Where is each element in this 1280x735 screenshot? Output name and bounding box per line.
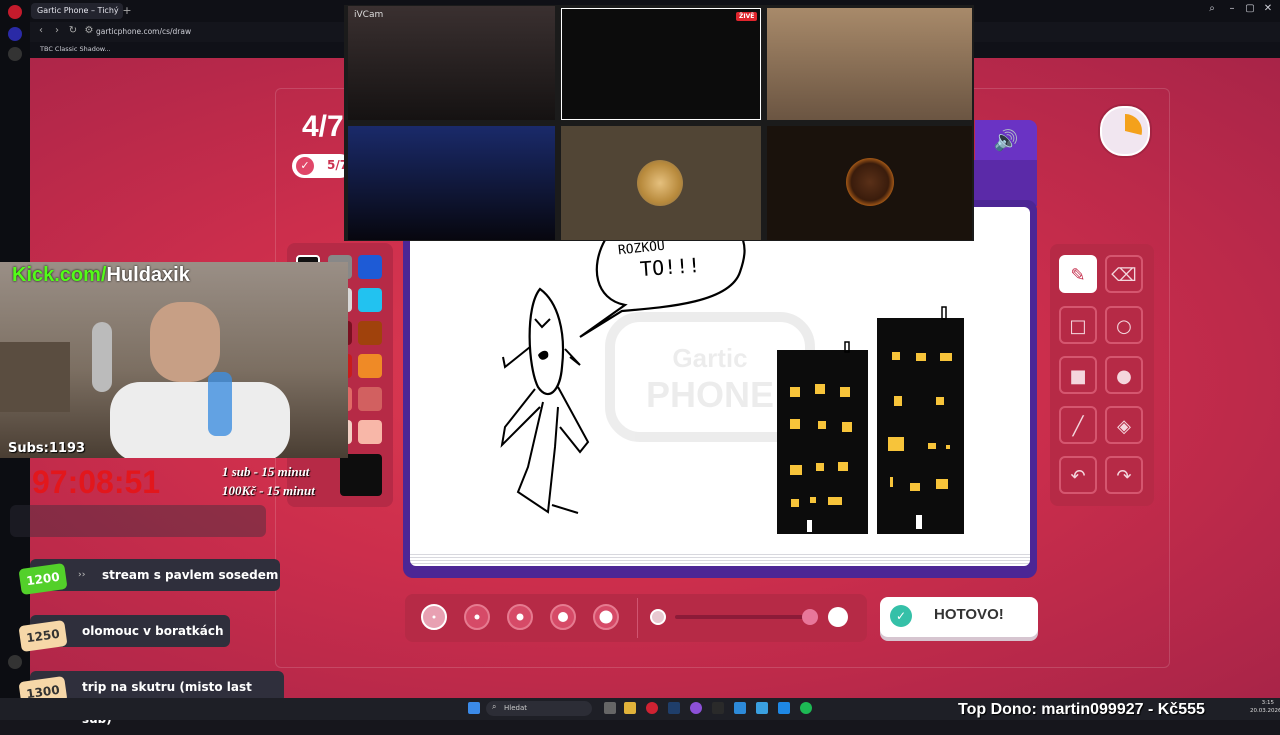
kick-channel-label: Kick.com/Huldaxik — [12, 264, 190, 287]
speech-text-2: TO!!! — [639, 252, 701, 282]
clock-date: 20.03.2026 — [1250, 708, 1280, 714]
color-swatch-rose[interactable] — [358, 387, 382, 411]
sound-toggle-icon[interactable]: 🔊 — [975, 120, 1037, 160]
avatar — [637, 160, 683, 206]
home-icon[interactable] — [8, 27, 22, 41]
svg-text:Gartic: Gartic — [672, 343, 747, 373]
steam-icon[interactable] — [668, 702, 680, 714]
tab-title: Gartic Phone – Tichý — [37, 6, 119, 15]
check-icon: ✓ — [296, 157, 314, 175]
opera-logo-icon[interactable] — [8, 5, 22, 19]
spotify-icon[interactable] — [800, 702, 812, 714]
kick-username: Huldaxik — [106, 264, 190, 286]
color-swatch-pink[interactable] — [358, 420, 382, 444]
webcam-tile-2 — [561, 8, 761, 120]
top-donor-label: Top Dono: martin099927 - Kč555 — [958, 701, 1205, 718]
brush-size-4[interactable] — [550, 604, 576, 630]
new-tab-button[interactable]: + — [121, 5, 133, 17]
obs-icon[interactable] — [712, 702, 724, 714]
opacity-slider-handle[interactable] — [802, 609, 818, 625]
ellipse-outline-tool-icon[interactable]: ○ — [1105, 306, 1143, 344]
subathon-timer: 97:08:51 — [32, 464, 161, 500]
bookmark-item[interactable]: TBC Classic Shadow... — [40, 45, 111, 53]
rectangle-outline-tool-icon[interactable]: □ — [1059, 306, 1097, 344]
undo-icon[interactable]: ↶ — [1059, 456, 1097, 494]
live-badge: ŽIVĚ — [736, 12, 758, 21]
timer-icon — [1100, 106, 1150, 156]
webcam-tile-4 — [348, 126, 555, 240]
app-icon[interactable] — [690, 702, 702, 714]
notepad-icon[interactable] — [756, 702, 768, 714]
maximize-button[interactable]: ▢ — [1242, 3, 1258, 14]
ellipse-fill-tool-icon[interactable]: ● — [1105, 356, 1143, 394]
opacity-slider[interactable] — [675, 615, 815, 619]
edge-icon[interactable] — [778, 702, 790, 714]
goal-label: olomouc v boratkách — [82, 624, 224, 638]
line-tool-icon[interactable]: ╱ — [1059, 406, 1097, 444]
current-color-preview — [340, 454, 382, 496]
search-icon: ⌕ — [492, 702, 497, 711]
webcam-label: iVCam — [354, 10, 384, 20]
file-explorer-icon[interactable] — [624, 702, 636, 714]
goal-arrow-icon: ›› — [78, 570, 86, 580]
done-check-icon: ✓ — [890, 605, 912, 627]
back-icon[interactable]: ‹ — [34, 25, 48, 36]
donation-rule: 100Kč - 15 minut — [222, 483, 315, 498]
svg-text:PHONE: PHONE — [646, 374, 774, 415]
taskbar-clock[interactable]: 3:15 20.03.2026 — [1250, 699, 1280, 715]
brush-size-2[interactable] — [464, 604, 490, 630]
sub-count: Subs:1193 — [8, 441, 86, 456]
close-window-button[interactable]: ✕ — [1260, 3, 1276, 14]
kick-prefix: Kick.com/ — [12, 264, 107, 286]
color-swatch-blue[interactable] — [358, 255, 382, 279]
notebook-pages-edge — [410, 552, 1030, 566]
search-tabs-icon[interactable]: ⌕ — [1204, 3, 1220, 14]
taskbar-search[interactable]: Hledat — [486, 701, 592, 716]
fill-bucket-tool-icon[interactable]: ◈ — [1105, 406, 1143, 444]
pencil-tool-icon[interactable]: ✎ — [1059, 255, 1097, 293]
webcam-tile-1 — [348, 6, 555, 120]
clock-icon[interactable] — [8, 655, 22, 669]
streamer-webcam — [0, 262, 348, 458]
search-placeholder: Hledat — [504, 704, 527, 712]
start-icon[interactable] — [468, 702, 480, 714]
url-field[interactable]: garticphone.com/cs/draw — [96, 25, 346, 39]
store-icon[interactable] — [734, 702, 746, 714]
goal-row: 1250 olomouc v boratkách — [18, 615, 230, 653]
rectangle-fill-tool-icon[interactable]: ■ — [1059, 356, 1097, 394]
opacity-low-icon — [650, 609, 666, 625]
color-swatch-cyan[interactable] — [358, 288, 382, 312]
goal-row: 1200 ›› stream s pavlem sosedem — [18, 559, 280, 596]
redo-icon[interactable]: ↷ — [1105, 456, 1143, 494]
webcam-tile-3 — [767, 8, 972, 120]
eraser-tool-icon[interactable]: ⌫ — [1105, 255, 1143, 293]
goal-amount: 1200 — [18, 562, 68, 596]
minimize-button[interactable]: – — [1224, 3, 1240, 14]
clock-time: 3:15 — [1261, 700, 1274, 706]
done-button-label: HOTOVO! — [934, 606, 1004, 623]
divider — [637, 598, 638, 638]
brush-size-1[interactable] — [421, 604, 447, 630]
drawing-canvas[interactable]: Gartic PHONE ROZKOU TO!!! — [410, 207, 1030, 563]
forward-icon[interactable]: › — [50, 25, 64, 36]
avatar — [846, 158, 894, 206]
star-icon[interactable] — [8, 47, 22, 61]
reload-icon[interactable]: ↻ — [66, 25, 80, 36]
site-info-icon[interactable]: ⚙ — [82, 25, 96, 36]
opera-taskbar-icon[interactable] — [646, 702, 658, 714]
round-counter: 4/7 — [302, 110, 344, 143]
task-view-icon[interactable] — [604, 702, 616, 714]
brush-size-5[interactable] — [593, 604, 619, 630]
color-swatch-orange[interactable] — [358, 354, 382, 378]
goal-faded — [10, 505, 266, 537]
color-swatch-brown[interactable] — [358, 321, 382, 345]
sub-rule: 1 sub - 15 minut — [222, 464, 310, 479]
goal-label: stream s pavlem sosedem — [102, 568, 279, 582]
browser-tab[interactable]: Gartic Phone – Tichý — [31, 3, 123, 19]
brush-size-3[interactable] — [507, 604, 533, 630]
opacity-high-icon — [828, 607, 848, 627]
